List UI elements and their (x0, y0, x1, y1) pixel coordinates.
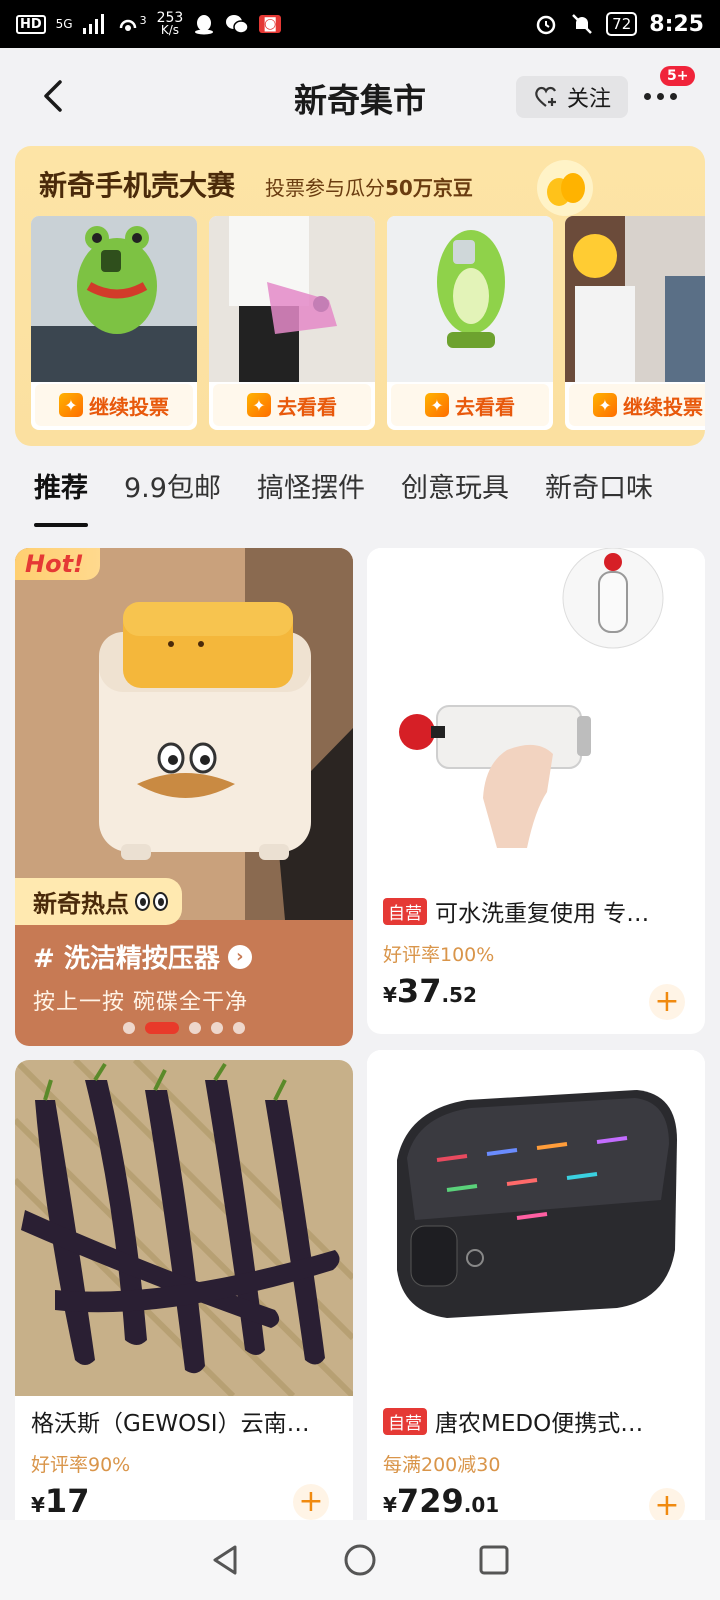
positive-rating: 好评率100% (383, 944, 495, 966)
hot-topic-description: 按上一按 碗碟全干净 (33, 990, 248, 1015)
jd-bean-icon (537, 160, 593, 216)
view-button-label: 去看看 (277, 394, 337, 419)
price-currency: ¥ (383, 983, 397, 1007)
alarm-icon (536, 15, 556, 35)
add-to-cart-icon[interactable]: + (649, 984, 685, 1020)
product-title: 自营 唐农MEDO便携式… (383, 1404, 689, 1438)
nav-back-icon[interactable] (209, 1543, 243, 1577)
price-currency: ¥ (383, 1493, 397, 1517)
wechat-icon (226, 15, 250, 34)
product-title-text: 唐农MEDO便携式… (435, 1411, 644, 1437)
contest-card-1[interactable]: ✦ 继续投票 (31, 216, 197, 430)
signal-icon (82, 14, 104, 34)
product-title: 格沃斯（GEWOSI）云南… (31, 1404, 337, 1438)
hd-indicator: HD (16, 14, 46, 34)
music-box-product-image (367, 1050, 705, 1386)
chili-product-image (15, 1060, 353, 1396)
nav-recents-icon[interactable] (477, 1543, 511, 1577)
nav-home-icon[interactable] (343, 1543, 377, 1577)
system-navigation-bar (0, 1520, 720, 1600)
price-integer: 17 (44, 1482, 90, 1520)
sparkle-icon: ✦ (425, 393, 449, 417)
sparkle-icon: ✦ (247, 393, 271, 417)
price-currency: ¥ (31, 1493, 45, 1517)
self-run-badge: 自营 (383, 1407, 427, 1435)
sparkle-icon: ✦ (59, 393, 83, 417)
positive-rating: 好评率90% (31, 1454, 131, 1476)
hotspot-count: 3 (139, 14, 147, 27)
tab-free-shipping[interactable]: 9.9包邮 (124, 466, 221, 521)
tab-recommend[interactable]: 推荐 (34, 466, 88, 527)
category-tabs: 推荐 9.9包邮 搞怪摆件 创意玩具 新奇口味 (34, 466, 653, 527)
frog-case-image (31, 216, 197, 382)
sparkle-icon: ✦ (593, 393, 617, 417)
add-to-cart-icon[interactable]: + (649, 1488, 685, 1524)
notification-badge: 5+ (660, 66, 696, 86)
top-navigation: 新奇集市 关注 5+ (0, 48, 720, 144)
network-speed: 253 K/s (157, 11, 184, 36)
contest-card-4[interactable]: ✦ 继续投票 (565, 216, 705, 430)
follow-button[interactable]: 关注 (516, 76, 628, 118)
tab-funny-ornaments[interactable]: 搞怪摆件 (257, 466, 365, 521)
network-indicator: 5G (55, 17, 73, 31)
battery-indicator: 72 (606, 12, 638, 36)
heart-plus-icon (535, 86, 556, 107)
soap-dispenser-image (15, 548, 353, 920)
product-title-text: 可水洗重复使用 专… (435, 901, 650, 927)
view-button-label: 去看看 (455, 394, 515, 419)
banner-subtitle-prefix: 投票参与瓜分 (265, 176, 385, 200)
vote-button-label: 继续投票 (623, 394, 703, 419)
banner-subtitle: 投票参与瓜分50万京豆 (265, 172, 473, 201)
chevron-right-icon: › (227, 944, 252, 969)
product-price: ¥17 (31, 1482, 89, 1520)
carousel-dots (123, 1022, 245, 1034)
mute-bell-icon (572, 14, 593, 34)
banner-title: 新奇手机壳大赛 (39, 169, 236, 202)
add-to-cart-icon[interactable]: + (293, 1484, 329, 1520)
status-bar: HD 5G 3 253 K/s ◙ 72 8:25 (0, 0, 720, 48)
self-run-badge: 自营 (383, 897, 427, 925)
contest-card-2[interactable]: ✦ 去看看 (209, 216, 375, 430)
view-button[interactable]: ✦ 去看看 (391, 384, 549, 426)
hot-label: Hot! (15, 548, 100, 580)
product-price: ¥37.52 (383, 972, 477, 1010)
qq-icon (195, 15, 214, 35)
hot-topic-card[interactable]: Hot! 新奇热点 # 洗洁精按压器 › 按上一按 碗碟全干净 (15, 548, 353, 1046)
hot-topic-text: # 洗洁精按压器 (33, 944, 220, 974)
banner-subtitle-highlight: 50万京豆 (385, 176, 473, 200)
phone-case-contest-banner[interactable]: 新奇手机壳大赛 投票参与瓜分50万京豆 ✦ 继续投票 ✦ 去看看 ✦ 去看看 ✦… (15, 146, 705, 446)
group-photo-image (565, 216, 705, 382)
contest-card-3[interactable]: ✦ 去看看 (387, 216, 553, 430)
product-card[interactable]: 自营 可水洗重复使用 专… 好评率100% ¥37.52 + (367, 548, 705, 1034)
product-card[interactable]: 格沃斯（GEWOSI）云南… 好评率90% ¥17 + (15, 1060, 353, 1600)
product-title: 自营 可水洗重复使用 专… (383, 894, 689, 928)
promotion-text: 每满200减30 (383, 1454, 501, 1476)
app-notification-icon: ◙ (259, 15, 281, 33)
view-button[interactable]: ✦ 去看看 (213, 384, 371, 426)
clock: 8:25 (649, 11, 704, 37)
massager-product-image (367, 548, 705, 878)
vote-button[interactable]: ✦ 继续投票 (569, 384, 705, 426)
product-card[interactable]: 自营 唐农MEDO便携式… 每满200减30 ¥729.01 + (367, 1050, 705, 1600)
vote-button[interactable]: ✦ 继续投票 (35, 384, 193, 426)
cactus-case-image (387, 216, 553, 382)
hotspot-icon: 3 (117, 14, 147, 34)
jelly-case-image (209, 216, 375, 382)
price-decimal: .52 (441, 983, 477, 1007)
price-integer: 729 (396, 1482, 464, 1520)
vote-button-label: 继续投票 (89, 394, 169, 419)
eyes-emoji-icon (135, 892, 168, 911)
tab-novel-flavors[interactable]: 新奇口味 (545, 466, 653, 521)
price-integer: 37 (396, 972, 442, 1010)
hot-topic-title[interactable]: # 洗洁精按压器 › (33, 938, 252, 975)
follow-label: 关注 (566, 87, 611, 112)
novelty-hotspot-tag: 新奇热点 (15, 878, 182, 925)
tab-creative-toys[interactable]: 创意玩具 (401, 466, 509, 521)
price-decimal: .01 (463, 1493, 500, 1517)
product-price: ¥729.01 (383, 1482, 499, 1520)
hot-tag-text: 新奇热点 (33, 890, 129, 918)
product-title-text: 格沃斯（GEWOSI）云南… (31, 1411, 310, 1437)
